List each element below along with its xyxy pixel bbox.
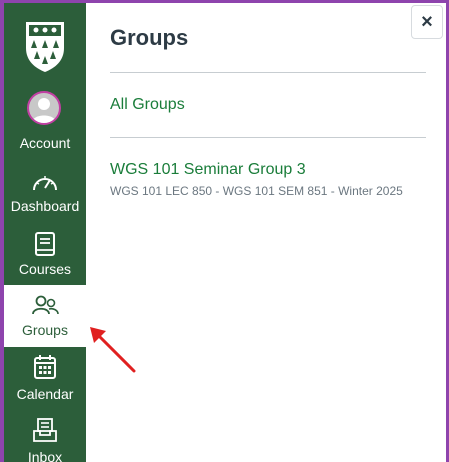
- nav-label-calendar: Calendar: [16, 386, 74, 402]
- global-nav-sidebar: Account Dashboard Courses Groups Calenda…: [4, 3, 86, 462]
- groups-icon: [32, 295, 59, 315]
- book-icon: [35, 232, 55, 256]
- nav-item-groups[interactable]: Groups: [4, 285, 86, 347]
- divider: [110, 137, 426, 138]
- speedometer-icon: [33, 176, 57, 191]
- tray-title: Groups: [110, 25, 189, 50]
- nav-label-inbox: Inbox: [27, 449, 63, 462]
- university-crest-logo[interactable]: [23, 16, 67, 74]
- user-silhouette-icon: [32, 98, 56, 123]
- app-window: Account Dashboard Courses Groups Calenda…: [0, 0, 449, 462]
- avatar: [27, 91, 61, 125]
- nav-label-account: Account: [19, 135, 71, 151]
- close-tray-button[interactable]: ×: [411, 5, 443, 39]
- group-course-subtitle: WGS 101 LEC 850 - WGS 101 SEM 851 - Wint…: [110, 184, 403, 198]
- close-icon: ×: [421, 11, 433, 33]
- nav-item-dashboard[interactable]: Dashboard: [4, 163, 86, 225]
- nav-label-groups: Groups: [22, 322, 68, 338]
- nav-label-dashboard: Dashboard: [10, 198, 80, 214]
- group-link[interactable]: WGS 101 Seminar Group 3: [110, 161, 306, 179]
- nav-item-inbox[interactable]: Inbox: [4, 411, 86, 462]
- inbox-icon: [33, 418, 57, 442]
- annotation-arrow-icon: [90, 327, 136, 373]
- nav-item-courses[interactable]: Courses: [4, 225, 86, 287]
- divider: [110, 72, 426, 73]
- nav-label-courses: Courses: [18, 261, 72, 277]
- nav-item-calendar[interactable]: Calendar: [4, 349, 86, 411]
- calendar-icon: [34, 355, 56, 379]
- nav-item-account[interactable]: Account: [4, 87, 86, 151]
- all-groups-link[interactable]: All Groups: [110, 96, 185, 114]
